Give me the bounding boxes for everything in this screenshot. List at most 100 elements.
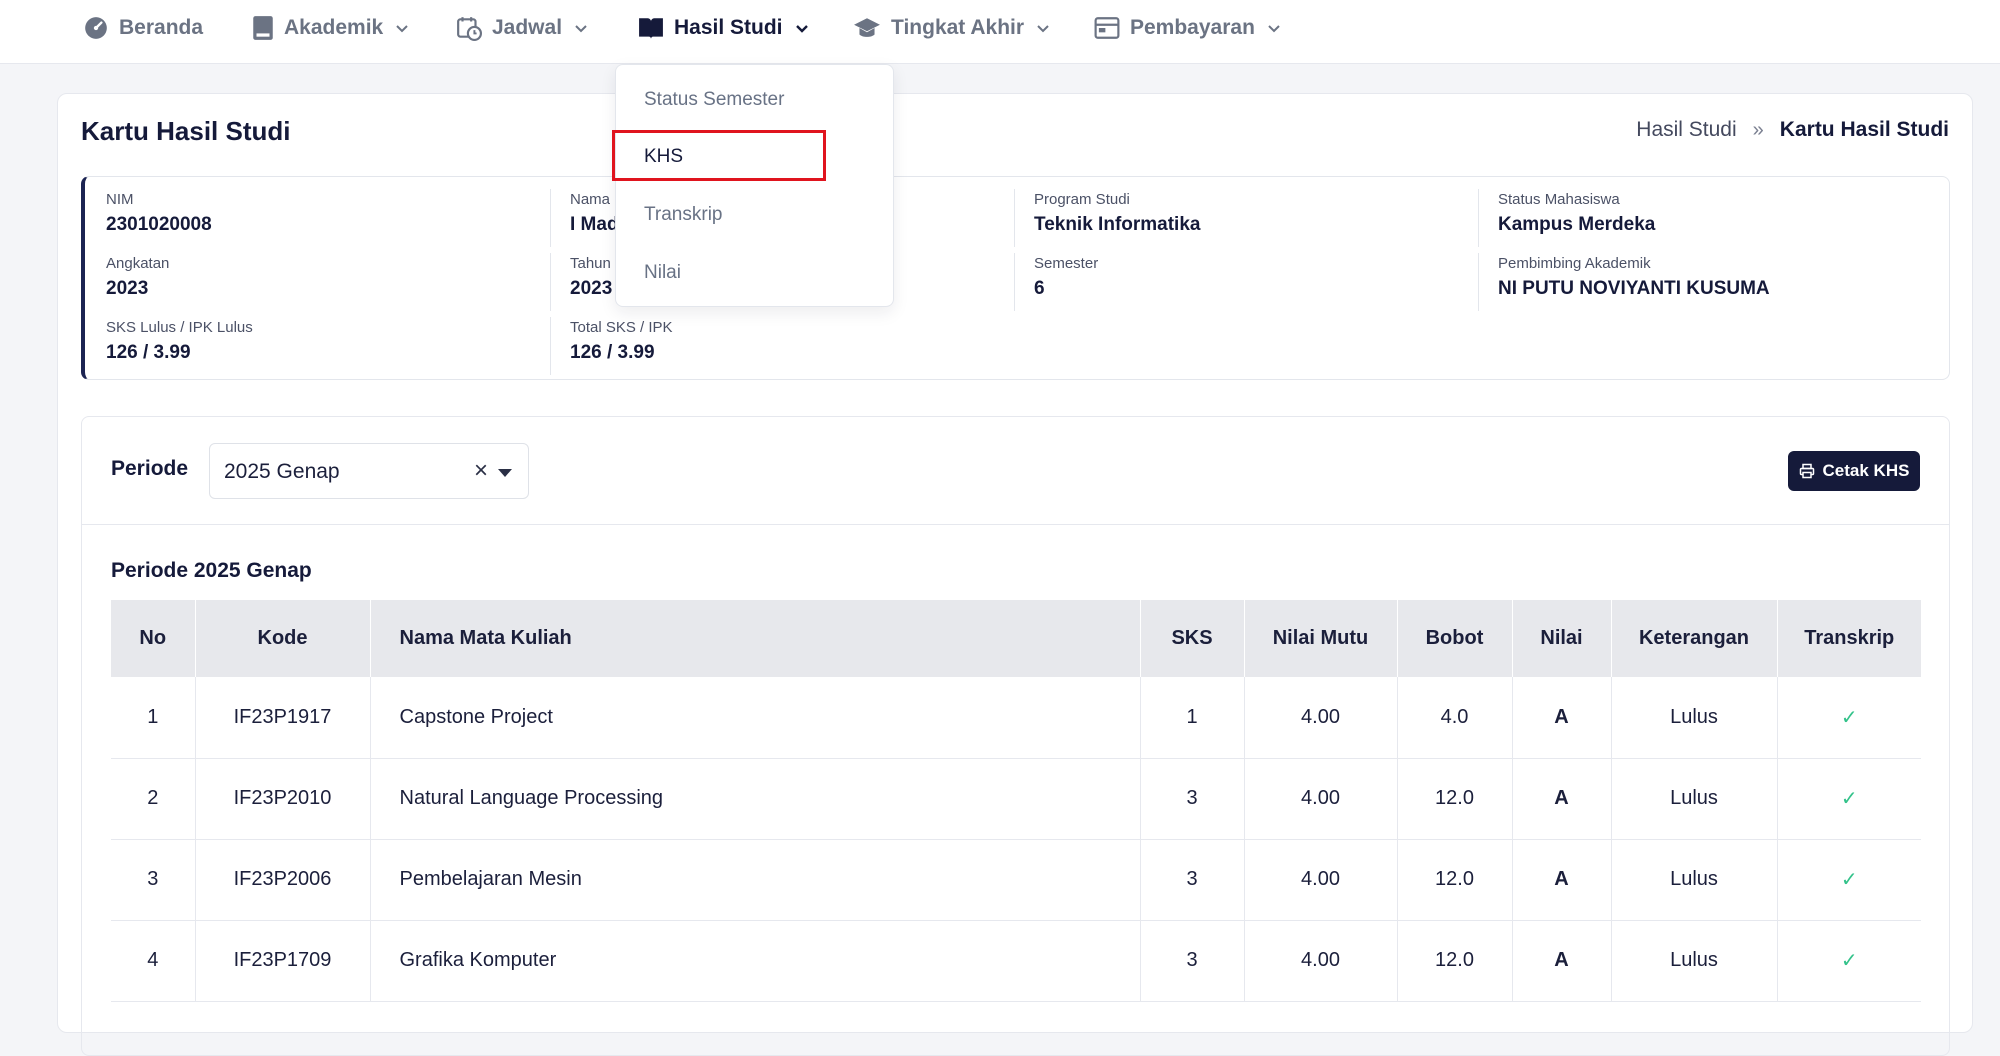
cell-kode: IF23P2006: [195, 839, 371, 921]
info-nama: Nama I Mad: [570, 191, 619, 236]
cell-nilai: A: [1512, 758, 1612, 840]
header-nama: Nama Mata Kuliah: [370, 600, 1141, 677]
info-tahun-label: Tahun: [570, 255, 611, 272]
column-divider: [1014, 189, 1015, 247]
cell-nilai: A: [1512, 839, 1612, 921]
cetak-khs-label: Cetak KHS: [1822, 461, 1910, 480]
cell-nilai-mutu: 4.00: [1244, 758, 1398, 840]
cell-transkrip: ✓: [1777, 758, 1921, 840]
cell-nilai-mutu: 4.00: [1244, 839, 1398, 921]
cell-nilai-mutu: 4.00: [1244, 920, 1398, 1002]
cell-kode: IF23P1709: [195, 920, 371, 1002]
column-divider: [550, 253, 551, 311]
cell-keterangan: Lulus: [1611, 677, 1778, 759]
header-transkrip: Transkrip: [1777, 600, 1921, 677]
dropdown-item-nilai[interactable]: Nilai: [644, 262, 681, 284]
breadcrumb: Hasil Studi » Kartu Hasil Studi: [1636, 118, 1949, 142]
nav-jadwal-label: Jadwal: [492, 16, 563, 39]
info-nama-label: Nama: [570, 191, 611, 208]
chevron-down-icon: [1037, 25, 1049, 33]
info-angkatan-value: 2023: [106, 278, 149, 299]
cell-bobot: 4.0: [1397, 677, 1513, 759]
header-keterangan: Keterangan: [1611, 600, 1778, 677]
breadcrumb-parent[interactable]: Hasil Studi: [1636, 118, 1736, 142]
info-program-studi: Program Studi Teknik Informatika: [1034, 191, 1200, 236]
header-nilai: Nilai: [1512, 600, 1612, 677]
column-divider: [1478, 253, 1479, 311]
cell-transkrip: ✓: [1777, 839, 1921, 921]
info-pembimbing-label: Pembimbing Akademik: [1498, 255, 1651, 272]
info-total-sks-value: 126 / 3.99: [570, 342, 655, 363]
open-book-icon: [639, 18, 663, 39]
header-sks: SKS: [1140, 600, 1245, 677]
header-kode: Kode: [195, 600, 371, 677]
page-title: Kartu Hasil Studi: [81, 116, 291, 146]
check-icon: ✓: [1840, 950, 1858, 972]
info-status-mahasiswa-value: Kampus Merdeka: [1498, 214, 1656, 235]
nav-beranda-label: Beranda: [119, 16, 204, 39]
cell-keterangan: Lulus: [1611, 839, 1778, 921]
cetak-khs-button[interactable]: Cetak KHS: [1788, 451, 1920, 491]
printer-icon: [1799, 463, 1814, 479]
cell-nilai: A: [1512, 920, 1612, 1002]
info-status-mahasiswa-label: Status Mahasiswa: [1498, 191, 1620, 208]
info-tahun-value: 2023: [570, 278, 613, 299]
cell-sks: 1: [1140, 677, 1245, 759]
header-nilai-mutu: Nilai Mutu: [1244, 600, 1398, 677]
nav-akademik-label: Akademik: [284, 16, 384, 39]
info-total-sks: Total SKS / IPK 126 / 3.99: [570, 319, 673, 364]
nav-tingkat-akhir[interactable]: Tingkat Akhir: [853, 0, 1050, 56]
info-sks-lulus-value: 126 / 3.99: [106, 342, 191, 363]
table-row: 2 IF23P2010 Natural Language Processing …: [111, 758, 1921, 840]
cell-nama: Capstone Project: [370, 677, 1141, 759]
cell-sks: 3: [1140, 758, 1245, 840]
table-row: 1 IF23P1917 Capstone Project 1 4.00 4.0 …: [111, 677, 1921, 759]
dashboard-icon: [85, 17, 107, 39]
check-icon: ✓: [1840, 788, 1858, 810]
check-icon: ✓: [1840, 869, 1858, 891]
header-bobot: Bobot: [1397, 600, 1513, 677]
nav-beranda[interactable]: Beranda: [83, 0, 203, 56]
nav-jadwal[interactable]: Jadwal: [456, 0, 588, 56]
table-row: 3 IF23P2006 Pembelajaran Mesin 3 4.00 12…: [111, 839, 1921, 921]
info-angkatan-label: Angkatan: [106, 255, 170, 272]
info-nama-value: I Mad: [570, 214, 619, 235]
cell-keterangan: Lulus: [1611, 758, 1778, 840]
nav-hasil-studi[interactable]: Hasil Studi: [638, 0, 809, 56]
chevron-down-icon: [1268, 25, 1280, 33]
info-semester: Semester 6: [1034, 255, 1098, 300]
cell-bobot: 12.0: [1397, 758, 1513, 840]
cell-kode: IF23P2010: [195, 758, 371, 840]
cell-no: 1: [111, 677, 196, 759]
cell-bobot: 12.0: [1397, 920, 1513, 1002]
khs-section: Periode 2025 Genap × Cetak KHS Periode 2…: [81, 416, 1950, 1056]
chevron-down-icon: [795, 25, 808, 33]
nav-pembayaran-label: Pembayaran: [1130, 16, 1255, 39]
chevron-down-icon: [575, 25, 587, 33]
info-sks-lulus-label: SKS Lulus / IPK Lulus: [106, 319, 253, 336]
periode-select[interactable]: 2025 Genap ×: [209, 443, 529, 499]
clear-icon[interactable]: ×: [474, 457, 488, 485]
table-header-row: No Kode Nama Mata Kuliah SKS Nilai Mutu …: [111, 600, 1921, 677]
nav-akademik[interactable]: Akademik: [252, 0, 409, 56]
dropdown-item-transkrip[interactable]: Transkrip: [644, 204, 722, 226]
graduation-cap-icon: [854, 18, 880, 37]
info-program-studi-label: Program Studi: [1034, 191, 1130, 208]
khs-table: No Kode Nama Mata Kuliah SKS Nilai Mutu …: [111, 600, 1921, 1002]
info-nim-value: 2301020008: [106, 214, 212, 235]
info-status-mahasiswa: Status Mahasiswa Kampus Merdeka: [1498, 191, 1655, 236]
column-divider: [1478, 189, 1479, 247]
cell-no: 3: [111, 839, 196, 921]
info-nim: NIM 2301020008: [106, 191, 212, 236]
cell-sks: 3: [1140, 920, 1245, 1002]
info-pembimbing: Pembimbing Akademik NI PUTU NOVIYANTI KU…: [1498, 255, 1770, 300]
dropdown-item-khs[interactable]: KHS: [644, 146, 683, 168]
dropdown-item-status-semester[interactable]: Status Semester: [644, 89, 784, 111]
filter-bar: Periode 2025 Genap × Cetak KHS: [82, 417, 1949, 525]
caret-down-icon[interactable]: [498, 469, 512, 477]
table-row: 4 IF23P1709 Grafika Komputer 3 4.00 12.0…: [111, 920, 1921, 1002]
cell-bobot: 12.0: [1397, 839, 1513, 921]
nav-pembayaran[interactable]: Pembayaran: [1094, 0, 1281, 56]
info-pembimbing-value: NI PUTU NOVIYANTI KUSUMA: [1498, 278, 1770, 299]
nav-hasil-studi-label: Hasil Studi: [674, 16, 783, 39]
